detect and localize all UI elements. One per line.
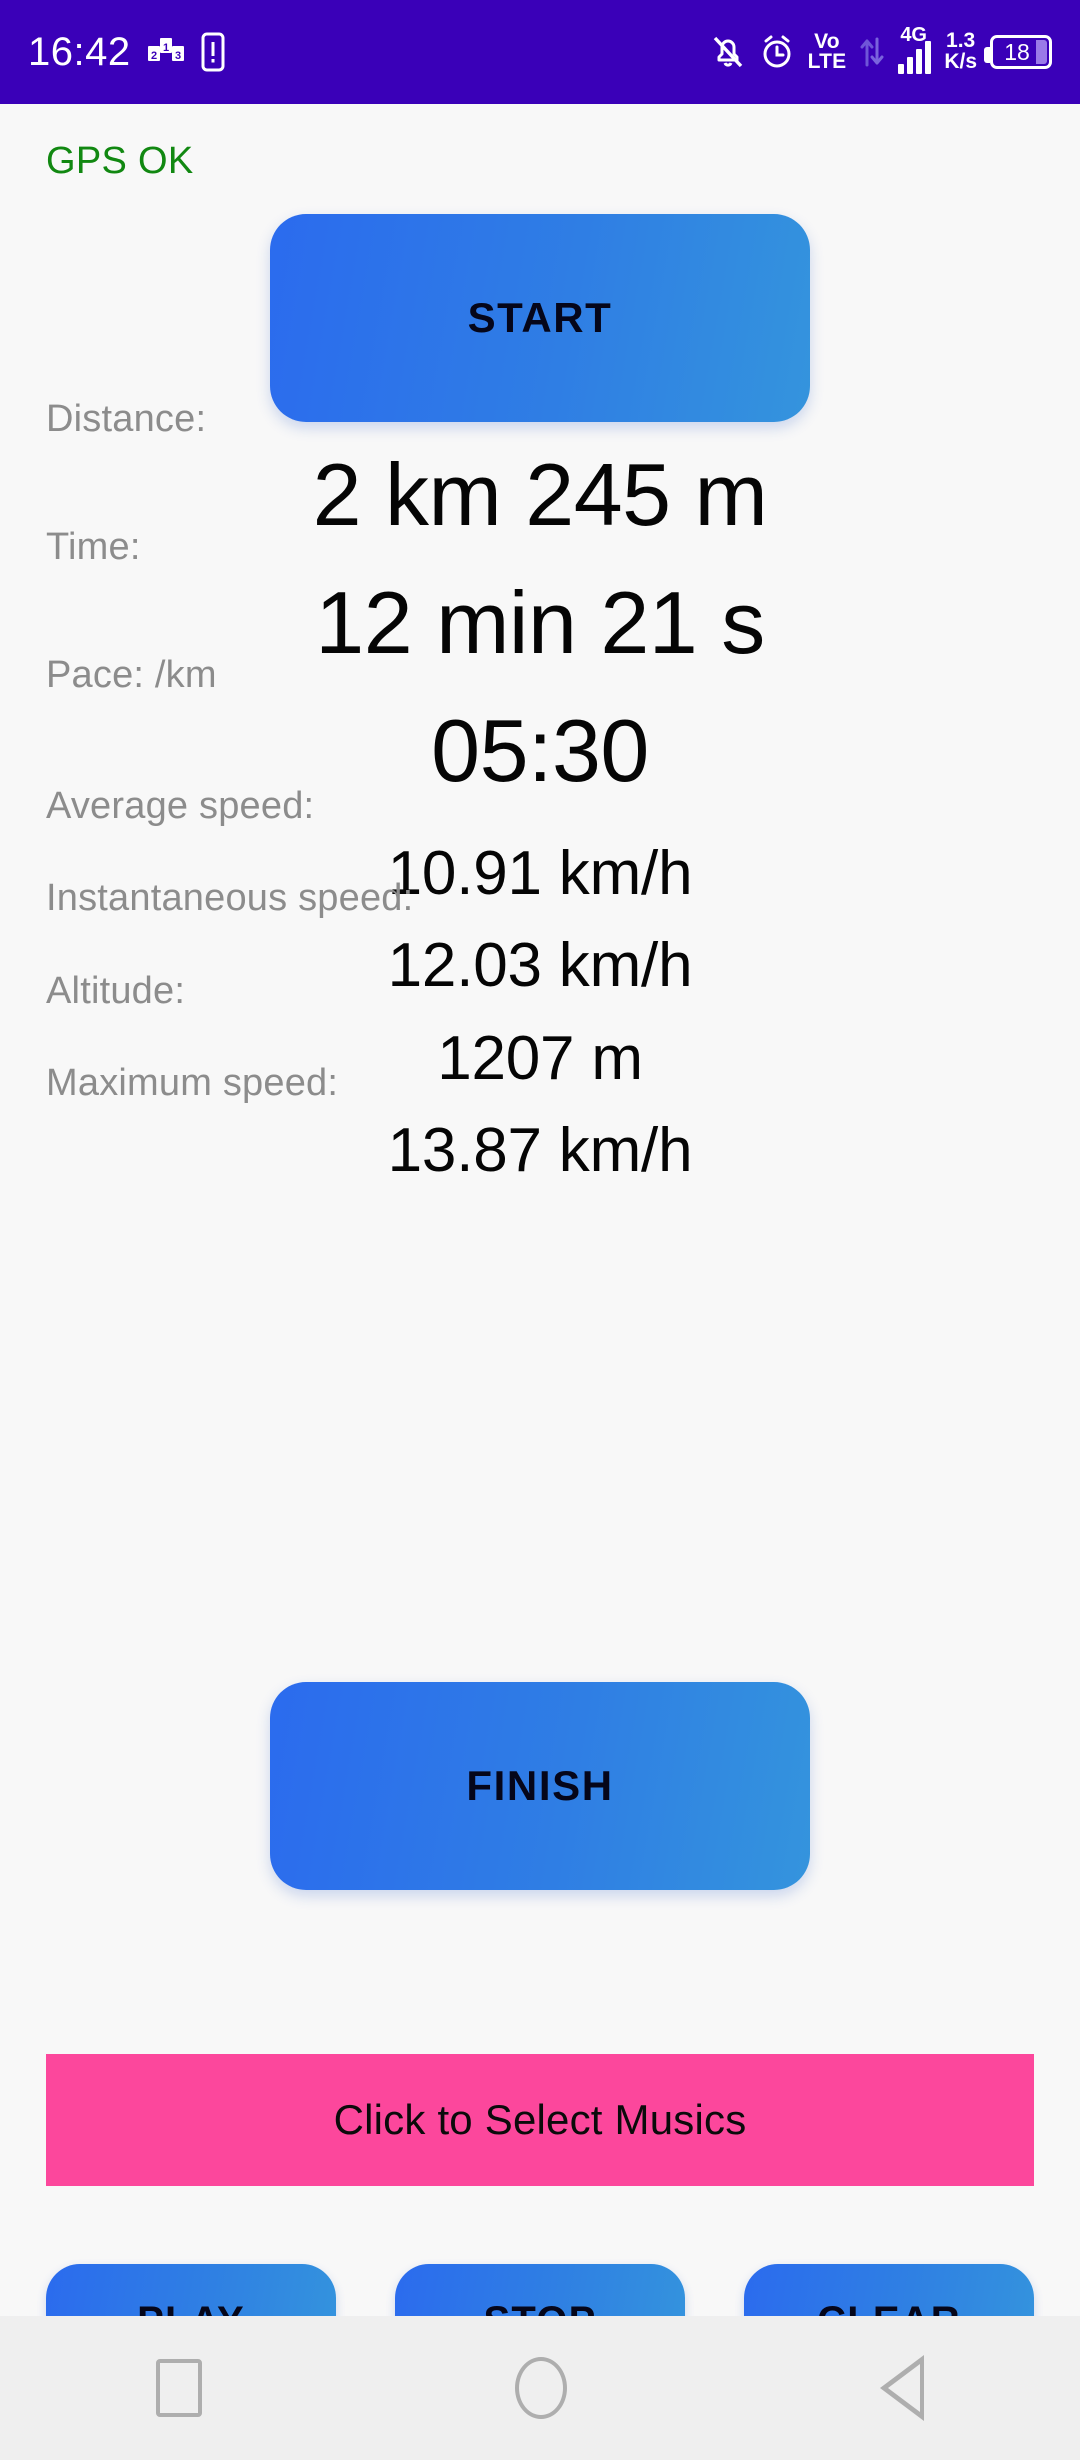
volte-bottom-label: LTE xyxy=(807,50,847,73)
finish-button[interactable]: FINISH xyxy=(270,1682,810,1890)
home-circle-icon[interactable] xyxy=(514,2357,567,2419)
volte-top-label: Vo xyxy=(814,29,840,53)
maximum-speed-value: 13.87 km/h xyxy=(387,1116,693,1185)
gps-status-label: GPS OK xyxy=(46,140,194,182)
podium-leaderboard-icon: 1 2 3 xyxy=(147,38,184,62)
instantaneous-speed-label: Instantaneous speed: xyxy=(46,877,414,919)
app-content: GPS OK START Distance: 2 km 245 m Time: … xyxy=(0,104,1080,2378)
data-transfer-icon xyxy=(860,37,884,67)
status-bar-clock: 16:42 xyxy=(28,30,131,74)
distance-value: 2 km 245 m xyxy=(312,445,768,544)
start-button[interactable]: START xyxy=(270,214,810,422)
distance-label: Distance: xyxy=(46,398,207,440)
maximum-speed-label: Maximum speed: xyxy=(46,1062,339,1104)
alarm-icon xyxy=(763,35,791,68)
android-nav-bar xyxy=(0,2316,1080,2460)
phone-screen: 16:42 1 2 3 Vo LTE 4G 1.3 K/s 18 GPS OK … xyxy=(0,0,1080,2460)
svg-text:3: 3 xyxy=(175,50,181,62)
average-speed-label: Average speed: xyxy=(46,785,315,827)
recents-square-icon[interactable] xyxy=(156,2359,203,2417)
network-type-label: 4G xyxy=(900,24,927,46)
status-bar-left: 16:42 1 2 3 xyxy=(28,32,225,72)
sim-card-icon xyxy=(201,32,225,72)
pace-label: Pace: /km xyxy=(46,654,217,696)
net-speed-value: 1.3 xyxy=(946,29,976,53)
altitude-label: Altitude: xyxy=(46,970,186,1012)
signal-4g-icon: 4G xyxy=(898,25,932,74)
select-musics-button[interactable]: Click to Select Musics xyxy=(46,2054,1034,2186)
volte-icon: Vo LTE xyxy=(807,29,847,73)
network-speed-icon: 1.3 K/s xyxy=(944,31,977,72)
battery-icon: 18 xyxy=(984,35,1052,69)
net-speed-unit: K/s xyxy=(944,50,977,73)
time-label: Time: xyxy=(46,526,141,568)
status-bar-right: Vo LTE 4G 1.3 K/s 18 xyxy=(710,25,1052,74)
battery-level-fill xyxy=(1036,40,1047,64)
back-triangle-icon[interactable] xyxy=(879,2355,924,2421)
battery-level-label: 18 xyxy=(1004,38,1030,65)
svg-text:2: 2 xyxy=(151,50,157,62)
svg-text:1: 1 xyxy=(163,42,169,54)
status-bar: 16:42 1 2 3 Vo LTE 4G 1.3 K/s 18 xyxy=(0,0,1080,104)
bell-off-icon xyxy=(713,36,742,68)
